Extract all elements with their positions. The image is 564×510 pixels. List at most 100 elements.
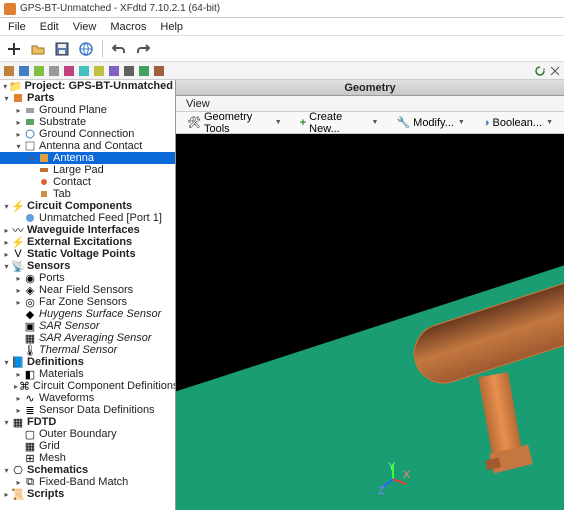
tree-substrate[interactable]: ▸Substrate bbox=[0, 116, 175, 128]
tree-large-pad[interactable]: Large Pad bbox=[0, 164, 175, 176]
schem-icon: ⎔ bbox=[12, 464, 24, 476]
menu-file[interactable]: File bbox=[2, 20, 32, 34]
titlebar: GPS-BT-Unmatched - XFdtd 7.10.2.1 (64-bi… bbox=[0, 0, 564, 18]
tree-near-field[interactable]: ▸◈Near Field Sensors bbox=[0, 284, 175, 296]
tabicon-3[interactable] bbox=[32, 64, 46, 78]
tree-ground-plane[interactable]: ▸Ground Plane bbox=[0, 104, 175, 116]
chevron-down-icon: ▼ bbox=[275, 119, 282, 126]
sar-avg-icon: ▦ bbox=[24, 332, 36, 344]
match-icon: ⧉ bbox=[24, 476, 36, 488]
boolean-button[interactable]: ◑Boolean...▼ bbox=[476, 115, 560, 131]
tree-materials[interactable]: ▸◧Materials bbox=[0, 368, 175, 380]
sheet-icon bbox=[24, 104, 36, 116]
volt-icon: V bbox=[12, 248, 24, 260]
tree-antenna-contact[interactable]: ▾Antenna and Contact bbox=[0, 140, 175, 152]
tree-sensors[interactable]: ▾📡Sensors bbox=[0, 260, 175, 272]
tabicon-1[interactable] bbox=[2, 64, 16, 78]
tree-static-voltage[interactable]: ▸VStatic Voltage Points bbox=[0, 248, 175, 260]
tree-fdtd[interactable]: ▾▦FDTD bbox=[0, 416, 175, 428]
tree-waveforms[interactable]: ▸∿Waveforms bbox=[0, 392, 175, 404]
tree-thermal[interactable]: 🌡Thermal Sensor bbox=[0, 344, 175, 356]
tree-tab[interactable]: Tab bbox=[0, 188, 175, 200]
open-button[interactable] bbox=[27, 38, 49, 60]
tabicon-6[interactable] bbox=[77, 64, 91, 78]
tree-schematics[interactable]: ▾⎔Schematics bbox=[0, 464, 175, 476]
tabicon-4[interactable] bbox=[47, 64, 61, 78]
globe-icon bbox=[78, 41, 94, 57]
refresh-button[interactable] bbox=[533, 64, 547, 78]
pad-icon bbox=[38, 164, 50, 176]
tools-icon: 🛠 bbox=[187, 116, 201, 129]
mat-icon: ◧ bbox=[24, 368, 36, 380]
box-icon bbox=[24, 116, 36, 128]
new-button[interactable] bbox=[3, 38, 25, 60]
tabbar bbox=[0, 62, 564, 80]
tree-outer-boundary[interactable]: ▢Outer Boundary bbox=[0, 428, 175, 440]
boolean-icon: ◑ bbox=[483, 117, 490, 129]
disk-icon bbox=[54, 41, 70, 57]
menu-view[interactable]: View bbox=[67, 20, 103, 34]
undo-button[interactable] bbox=[108, 38, 130, 60]
near-icon: ◈ bbox=[24, 284, 36, 296]
tree-project[interactable]: ▾📁Project: GPS-BT-Unmatched bbox=[0, 80, 175, 92]
thermal-icon: 🌡 bbox=[24, 344, 36, 356]
tree-ground-connection[interactable]: ▸Ground Connection bbox=[0, 128, 175, 140]
tree-external-excitations[interactable]: ▸⚡External Excitations bbox=[0, 236, 175, 248]
redo-button[interactable] bbox=[132, 38, 154, 60]
folder-icon bbox=[30, 41, 46, 57]
geometry-tools-button[interactable]: 🛠Geometry Tools▼ bbox=[180, 109, 289, 137]
contact-icon bbox=[38, 176, 50, 188]
tabicon-5[interactable] bbox=[62, 64, 76, 78]
part-icon bbox=[38, 152, 50, 164]
close-panel-button[interactable] bbox=[548, 64, 562, 78]
tree-sar[interactable]: ▣SAR Sensor bbox=[0, 320, 175, 332]
modify-button[interactable]: 🔧Modify...▼ bbox=[389, 114, 471, 131]
tree-grid[interactable]: ▦Grid bbox=[0, 440, 175, 452]
tabicon-7[interactable] bbox=[92, 64, 106, 78]
fdtd-icon: ▦ bbox=[12, 416, 24, 428]
tree-scripts[interactable]: ▸📜Scripts bbox=[0, 488, 175, 500]
menu-edit[interactable]: Edit bbox=[34, 20, 65, 34]
simulate-button[interactable] bbox=[75, 38, 97, 60]
viewport-3d[interactable]: X Y Z bbox=[176, 134, 564, 510]
tree-huygens[interactable]: ◆Huygens Surface Sensor bbox=[0, 308, 175, 320]
mesh-icon: ⊞ bbox=[24, 452, 36, 464]
tree-definitions[interactable]: ▾📘Definitions bbox=[0, 356, 175, 368]
create-new-button[interactable]: +Create New...▼ bbox=[293, 109, 386, 137]
tabicon-9[interactable] bbox=[122, 64, 136, 78]
wrench-icon: 🔧 bbox=[396, 116, 410, 129]
project-tree[interactable]: ▾📁Project: GPS-BT-Unmatched ▾Parts ▸Grou… bbox=[0, 80, 176, 510]
tree-circuit-components[interactable]: ▾⚡Circuit Components bbox=[0, 200, 175, 212]
tree-sar-avg[interactable]: ▦SAR Averaging Sensor bbox=[0, 332, 175, 344]
toolbar-separator bbox=[102, 40, 103, 58]
tree-far-zone[interactable]: ▸◎Far Zone Sensors bbox=[0, 296, 175, 308]
menu-help[interactable]: Help bbox=[154, 20, 189, 34]
tree-antenna[interactable]: ▸Antenna bbox=[0, 152, 175, 164]
tabicon-11[interactable] bbox=[152, 64, 166, 78]
tree-mesh[interactable]: ⊞Mesh bbox=[0, 452, 175, 464]
tabicon-10[interactable] bbox=[137, 64, 151, 78]
menu-macros[interactable]: Macros bbox=[104, 20, 152, 34]
tree-bbm[interactable]: ▸⧉Fixed-Band Match bbox=[0, 476, 175, 488]
tree-unmatched-feed[interactable]: Unmatched Feed [Port 1] bbox=[0, 212, 175, 224]
tree-ports[interactable]: ▸◉Ports bbox=[0, 272, 175, 284]
script-icon: 📜 bbox=[12, 488, 24, 500]
tree-parts[interactable]: ▾Parts bbox=[0, 92, 175, 104]
tree-sdd[interactable]: ▸≣Sensor Data Definitions bbox=[0, 404, 175, 416]
geometry-title: Geometry bbox=[176, 80, 564, 96]
wave-icon: 〰 bbox=[12, 224, 24, 236]
geometry-panel: Geometry View 🛠Geometry Tools▼ +Create N… bbox=[176, 80, 564, 510]
group-icon bbox=[24, 140, 36, 152]
tree-waveguide[interactable]: ▸〰Waveguide Interfaces bbox=[0, 224, 175, 236]
save-button[interactable] bbox=[51, 38, 73, 60]
axis-x-label: X bbox=[403, 469, 410, 481]
main-toolbar bbox=[0, 36, 564, 62]
project-icon: 📁 bbox=[9, 80, 21, 92]
tree-contact[interactable]: Contact bbox=[0, 176, 175, 188]
tabicon-8[interactable] bbox=[107, 64, 121, 78]
axis-y-label: Y bbox=[388, 462, 396, 473]
app-icon bbox=[4, 3, 16, 15]
tabicon-2[interactable] bbox=[17, 64, 31, 78]
tree-ccd[interactable]: ▸⌘Circuit Component Definitions bbox=[0, 380, 175, 392]
axis-triad: X Y Z bbox=[376, 462, 410, 496]
